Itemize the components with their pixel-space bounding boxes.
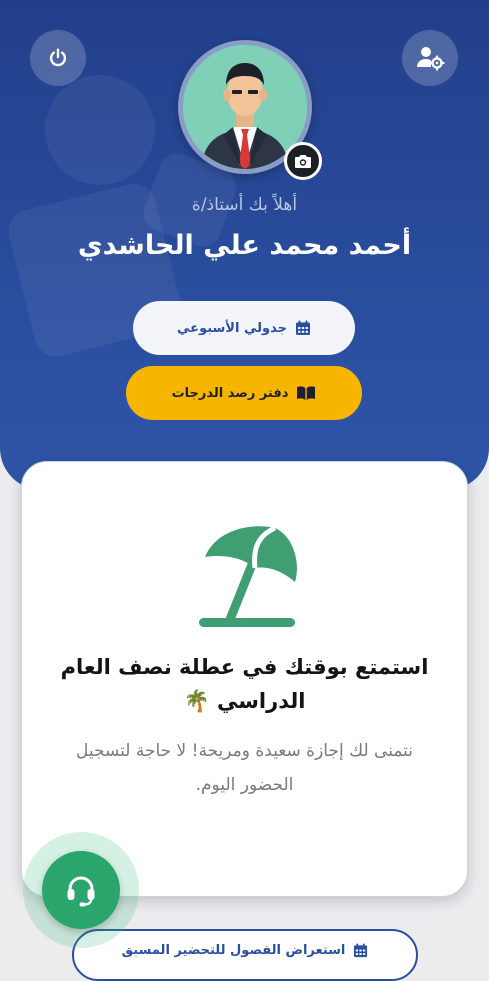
gradebook-label: دفتر رصد الدرجات: [171, 385, 289, 401]
palm-tree-emoji: 🌴: [183, 689, 210, 713]
weekly-schedule-button[interactable]: جدولي الأسبوعي: [133, 301, 355, 355]
headset-icon: [67, 876, 95, 907]
power-icon: [49, 48, 67, 67]
calendar-icon: [295, 320, 310, 335]
vacation-title: استمتع بوقتك في عطلة نصف العام الدراسي 🌴: [52, 650, 437, 718]
book-icon: [297, 386, 316, 400]
change-photo-button[interactable]: [284, 142, 322, 180]
weekly-schedule-label: جدولي الأسبوعي: [177, 320, 287, 336]
vacation-message: نتمنى لك إجازة سعيدة ومريحة! لا حاجة لتس…: [75, 741, 414, 795]
vacation-title-text: استمتع بوقتك في عطلة نصف العام الدراسي: [60, 655, 429, 713]
beach-umbrella-icon: [199, 525, 297, 627]
profile-header: أهلاً بك أستاذ/ة أحمد محمد علي الحاشدي ج…: [0, 0, 489, 490]
logout-button[interactable]: [30, 30, 86, 86]
support-button[interactable]: [42, 851, 120, 929]
user-settings-icon: [417, 47, 445, 71]
calendar-icon: [354, 943, 368, 958]
gradebook-button[interactable]: دفتر رصد الدرجات: [126, 366, 362, 420]
decor-shape: [45, 75, 155, 185]
profile-settings-button[interactable]: [402, 30, 458, 86]
greeting-text: أهلاً بك أستاذ/ة: [191, 195, 298, 215]
camera-icon: [295, 155, 311, 168]
class-preparation-button[interactable]: استعراض الفصول للتحضير المسبق: [72, 929, 418, 981]
teacher-name: أحمد محمد علي الحاشدي: [77, 230, 412, 261]
class-preparation-label: استعراض الفصول للتحضير المسبق: [121, 943, 346, 958]
